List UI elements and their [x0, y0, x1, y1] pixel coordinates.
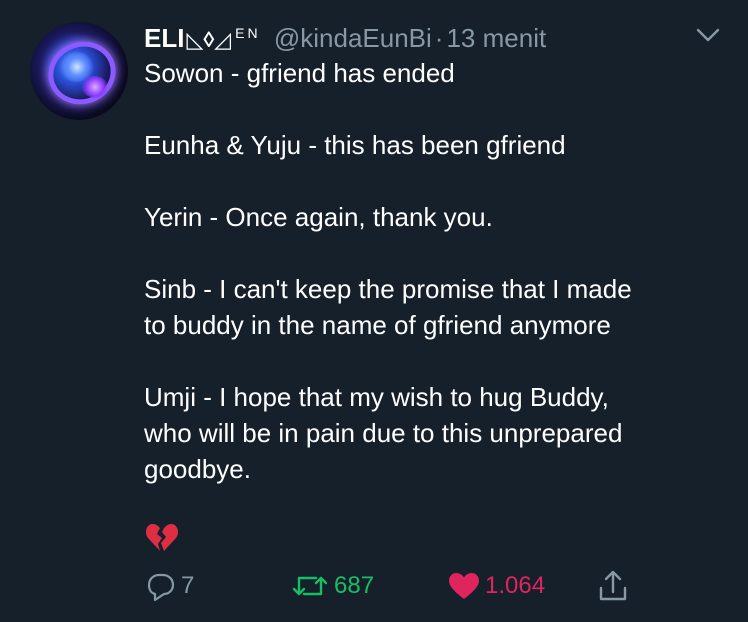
tweet-line: who will be in pain due to this unprepar…	[144, 418, 623, 448]
share-button[interactable]	[596, 566, 630, 606]
broken-heart-icon	[145, 524, 179, 551]
action-bar: 7 687 1.064	[0, 566, 748, 606]
display-name[interactable]: ELI	[144, 23, 184, 53]
reply-icon	[147, 573, 175, 602]
chevron-down-icon[interactable]	[694, 24, 722, 46]
tweet-line: Eunha & Yuju - this has been gfriend	[144, 130, 566, 160]
tweet-text: Sowon - gfriend has ended Eunha & Yuju -…	[144, 55, 724, 487]
separator-dot: ·	[434, 23, 444, 53]
tweet-line: Sinb - I can't keep the promise that I m…	[144, 274, 632, 304]
retweet-count: 687	[334, 572, 375, 599]
like-button[interactable]: 1.064	[447, 566, 545, 606]
reply-count: 7	[181, 572, 195, 599]
tweet-line: Yerin - Once again, thank you.	[144, 202, 493, 232]
avatar[interactable]	[30, 22, 128, 120]
tweet-line: goodbye.	[144, 454, 251, 484]
retweet-button[interactable]: 687	[290, 566, 374, 606]
avatar-glow	[82, 76, 108, 98]
retweet-icon	[292, 576, 328, 596]
heart-icon	[449, 573, 479, 599]
reply-button[interactable]: 7	[145, 566, 194, 606]
tweet-line: to buddy in the name of gfriend anymore	[144, 310, 611, 340]
user-handle[interactable]: @kindaEunBi	[274, 23, 432, 53]
display-name-superscript: EN	[235, 25, 261, 41]
like-count: 1.064	[485, 572, 546, 599]
tweet[interactable]: ELI◺◊◿ EN @kindaEunBi · 13 menit Sowon - gf…	[0, 0, 748, 622]
share-icon	[599, 570, 627, 601]
tweet-header: ELI◺◊◿ EN @kindaEunBi · 13 menit	[144, 18, 546, 55]
tweet-line: Sowon - gfriend has ended	[144, 58, 455, 88]
display-name-symbols: ◺◊◿	[186, 27, 232, 52]
timestamp[interactable]: 13 menit	[446, 23, 546, 53]
tweet-line: Umji - I hope that my wish to hug Buddy,	[144, 382, 609, 412]
